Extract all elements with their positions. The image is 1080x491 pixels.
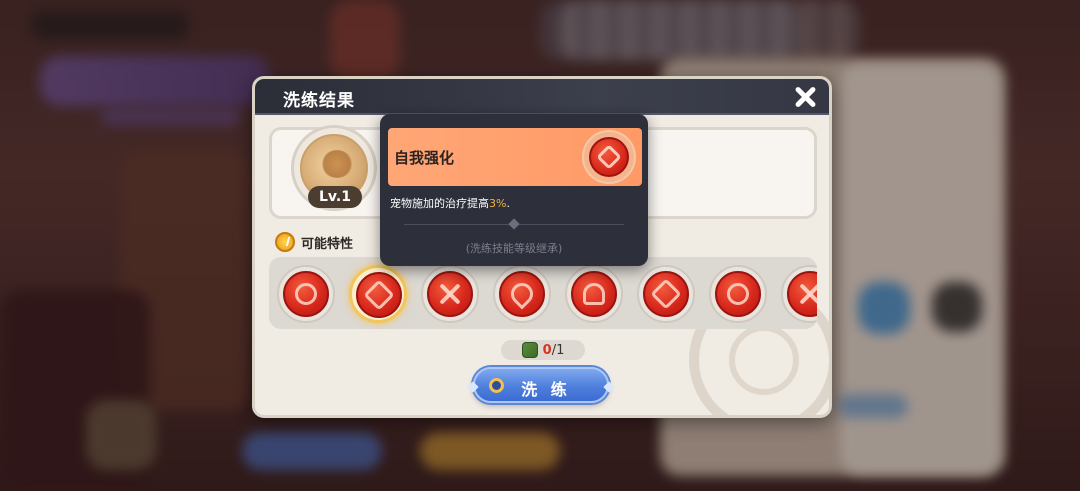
crossed-swords-trait-icon: [427, 271, 473, 317]
refine-button[interactable]: 洗 练: [467, 367, 615, 403]
refine-button-label: 洗 练: [521, 380, 571, 399]
swirl-trait-icon: [283, 271, 329, 317]
tooltip-skill-name: 自我强化: [394, 149, 455, 167]
dialog-title: 洗练结果: [283, 91, 355, 111]
burst-skill-icon: [589, 137, 629, 177]
tree-trait-icon: [571, 271, 617, 317]
level-badge: Lv.1: [308, 186, 362, 208]
trait-item[interactable]: [781, 265, 817, 323]
tooltip-description: 宠物施加的治疗提高3%.: [390, 195, 510, 211]
flame-bird-trait-icon: [499, 271, 545, 317]
lightning-icon: [275, 232, 295, 252]
shield-trait-icon: [715, 271, 761, 317]
trait-item-selected[interactable]: [349, 265, 407, 323]
possible-traits-header: 可能特性: [275, 231, 353, 253]
dialog-decoration: [729, 325, 799, 395]
smoke-icon: [320, 150, 354, 178]
possible-traits-label: 可能特性: [301, 236, 354, 252]
flower-trait-icon: [643, 271, 689, 317]
trait-item[interactable]: [565, 265, 623, 323]
trait-item[interactable]: [709, 265, 767, 323]
trait-item[interactable]: [421, 265, 479, 323]
tooltip-desc-suffix: .: [506, 197, 510, 210]
trait-list: [269, 257, 817, 329]
trait-item[interactable]: [493, 265, 551, 323]
close-icon[interactable]: [793, 85, 817, 109]
trait-item[interactable]: [637, 265, 695, 323]
refine-item-counter: 0/1: [501, 340, 585, 360]
tooltip-desc-value: 3%: [489, 197, 507, 210]
trait-item[interactable]: [277, 265, 335, 323]
tooltip-note: (洗练技能等级继承): [465, 242, 563, 255]
tooltip-skill-icon-frame: [582, 130, 636, 184]
trait-tooltip: 自我强化 宠物施加的治疗提高3%. (洗练技能等级继承): [380, 114, 648, 266]
tooltip-desc-prefix: 宠物施加的治疗提高: [390, 197, 489, 210]
counter-max: /1: [551, 342, 565, 358]
refine-material-icon: [521, 342, 538, 358]
tooltip-header: 自我强化: [388, 128, 642, 186]
burst-trait-icon: [356, 272, 402, 318]
dialog-header: 洗练结果: [255, 79, 829, 115]
rune-trait-icon: [787, 271, 817, 317]
divider-diamond-icon: [508, 218, 520, 230]
counter-current: 0: [542, 342, 552, 358]
pet-avatar-frame[interactable]: Lv.1: [291, 125, 377, 211]
